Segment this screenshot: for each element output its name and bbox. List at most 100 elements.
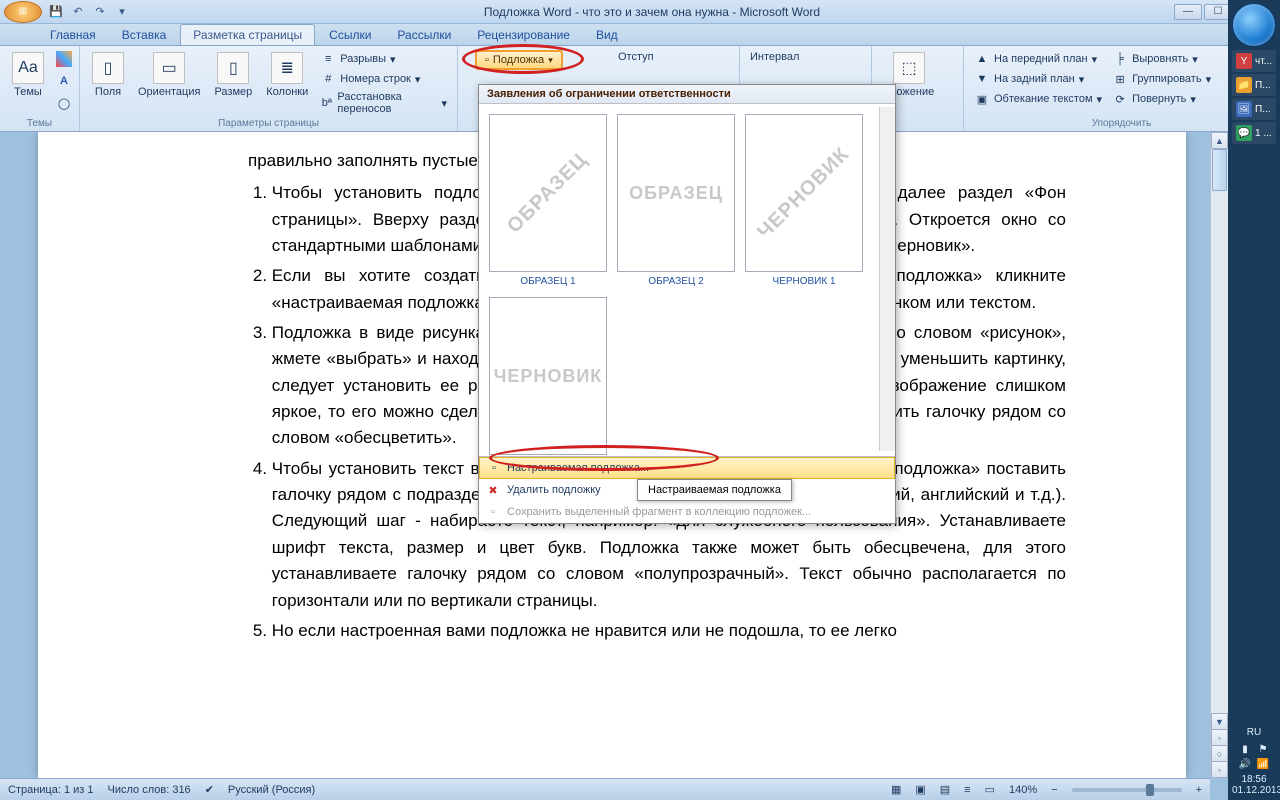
line-numbers-label: Номера строк [340,73,411,85]
scroll-thumb[interactable] [1212,149,1227,191]
zoom-in-button[interactable]: + [1196,784,1202,796]
next-page-button[interactable]: ◦ [1211,761,1228,778]
prev-page-button[interactable]: ◦ [1211,729,1228,746]
tray-date[interactable]: 01.12.2013 [1232,785,1276,796]
thumb-wm: ЧЕРНОВИК [754,143,855,244]
gallery-item-chernovik1[interactable]: ЧЕРНОВИК ЧЕРНОВИК 1 [745,114,863,287]
custom-watermark-menu[interactable]: ▫ Настраиваемая подложка... [479,457,895,479]
themes-icon: Aa [12,52,44,84]
system-tray: RU ▮ ⚑ 🔊 📶 18:56 01.12.2013 [1228,723,1280,800]
breaks-icon: ≡ [320,51,336,67]
browse-object-button[interactable]: ○ [1211,745,1228,762]
themes-label: Темы [14,86,42,98]
tray-network-icon[interactable]: ▮ [1239,744,1252,755]
thumb-label: ЧЕРНОВИК 1 [772,276,835,287]
watermark-label: Подложка [493,54,544,66]
tray-time[interactable]: 18:56 [1232,774,1276,785]
hyphenation-button[interactable]: bªРасстановка переносов ▾ [318,90,449,116]
tray-language[interactable]: RU [1232,727,1276,738]
thumb-label: ОБРАЗЕЦ 1 [520,276,575,287]
text-wrap-button[interactable]: ▣Обтекание текстом ▾ [972,90,1104,108]
page-status[interactable]: Страница: 1 из 1 [8,784,94,796]
margins-button[interactable]: ▯Поля [88,50,128,100]
gallery-item-obrazec2[interactable]: ОБРАЗЕЦ ОБРАЗЕЦ 2 [617,114,735,287]
theme-effects-icon[interactable]: ◯ [54,94,74,112]
start-button[interactable] [1232,3,1276,47]
tab-home[interactable]: Главная [38,25,108,45]
taskbar-item-1[interactable]: 📁П... [1232,74,1276,96]
align-label: Выровнять [1132,53,1188,65]
remove-watermark-label: Удалить подложку [507,484,601,496]
tray-flag-icon[interactable]: ⚑ [1257,744,1270,755]
custom-watermark-icon: ▫ [486,460,502,476]
spellcheck-icon[interactable]: ✔ [205,783,214,796]
rotate-button[interactable]: ⟳Повернуть ▾ [1110,90,1213,108]
save-icon[interactable]: 💾 [48,4,64,20]
group-button[interactable]: ⊞Группировать ▾ [1110,70,1213,88]
save-selection-label: Сохранить выделенный фрагмент в коллекци… [507,506,811,518]
office-button[interactable]: ⊞ [4,1,42,23]
send-back-button[interactable]: ▼На задний план ▾ [972,70,1104,88]
view-draft-icon[interactable]: ▭ [985,783,995,796]
orientation-icon: ▭ [153,52,185,84]
themes-button[interactable]: Aa Темы [8,50,48,100]
language-status[interactable]: Русский (Россия) [228,784,315,796]
taskbar-item-3[interactable]: 💬1 ... [1232,122,1276,144]
align-button[interactable]: ╞Выровнять ▾ [1110,50,1213,68]
watermark-icon: ▫ [485,54,489,66]
gallery-grid: ОБРАЗЕЦ ОБРАЗЕЦ 1 ОБРАЗЕЦ ОБРАЗЕЦ 2 ЧЕРН… [479,104,895,456]
theme-fonts-icon[interactable]: A [54,72,74,90]
watermark-button[interactable]: ▫ Подложка [475,50,563,70]
gallery-scrollbar[interactable] [879,107,895,451]
tooltip: Настраиваемая подложка [637,479,792,501]
taskbar-item-0[interactable]: Yчт... [1232,50,1276,72]
zoom-level[interactable]: 140% [1009,784,1037,796]
view-web-icon[interactable]: ▤ [940,783,950,796]
tab-page-layout[interactable]: Разметка страницы [180,24,315,45]
tab-review[interactable]: Рецензирование [465,25,582,45]
spacing-label: Интервал [748,50,801,64]
zoom-slider[interactable] [1072,788,1182,792]
windows-taskbar: Yчт... 📁П... 🖼П... 💬1 ... RU ▮ ⚑ 🔊 📶 18:… [1228,0,1280,800]
vertical-scrollbar[interactable]: ▲ ▼ ◦ ○ ◦ [1210,132,1228,778]
undo-icon[interactable]: ↶ [70,4,86,20]
text-wrap-icon: ▣ [974,91,990,107]
save-selection-icon: ▫ [485,504,501,520]
tray-volume-icon[interactable]: 🔊 [1239,759,1252,770]
minimize-button[interactable]: — [1174,4,1202,20]
word-count[interactable]: Число слов: 316 [108,784,191,796]
remove-watermark-icon: ✖ [485,482,501,498]
zoom-handle[interactable] [1146,784,1154,796]
columns-button[interactable]: ≣Колонки [262,50,312,100]
theme-colors-icon[interactable] [54,50,74,68]
redo-icon[interactable]: ↷ [92,4,108,20]
tab-view[interactable]: Вид [584,25,630,45]
gallery-item-chernovik2[interactable]: ЧЕРНОВИК ЧЕРНОВИК 2 [489,297,607,456]
columns-label: Колонки [266,86,308,98]
themes-group-label: Темы [8,116,71,129]
bring-front-label: На передний план [994,53,1088,65]
breaks-button[interactable]: ≡Разрывы ▾ [318,50,449,68]
rotate-label: Повернуть [1132,93,1186,105]
zoom-out-button[interactable]: − [1051,784,1057,796]
text-wrap-label: Обтекание текстом [994,93,1093,105]
qat-dropdown-icon[interactable]: ▾ [114,4,130,20]
tray-wifi-icon[interactable]: 📶 [1257,759,1270,770]
bring-front-button[interactable]: ▲На передний план ▾ [972,50,1104,68]
scroll-down-button[interactable]: ▼ [1211,713,1228,730]
tab-mailings[interactable]: Рассылки [385,25,463,45]
size-button[interactable]: ▯Размер [210,50,256,100]
gallery-item-obrazec1[interactable]: ОБРАЗЕЦ ОБРАЗЕЦ 1 [489,114,607,287]
line-numbers-button[interactable]: #Номера строк ▾ [318,70,449,88]
view-fullscreen-icon[interactable]: ▣ [915,783,925,796]
page-setup-group-label: Параметры страницы [88,116,449,129]
taskbar-label: П... [1255,80,1271,91]
orientation-button[interactable]: ▭Ориентация [134,50,204,100]
tab-insert[interactable]: Вставка [110,25,179,45]
size-icon: ▯ [217,52,249,84]
taskbar-item-2[interactable]: 🖼П... [1232,98,1276,120]
tab-references[interactable]: Ссылки [317,25,383,45]
scroll-up-button[interactable]: ▲ [1211,132,1228,149]
view-print-layout-icon[interactable]: ▦ [891,783,901,796]
view-outline-icon[interactable]: ≡ [964,784,970,796]
